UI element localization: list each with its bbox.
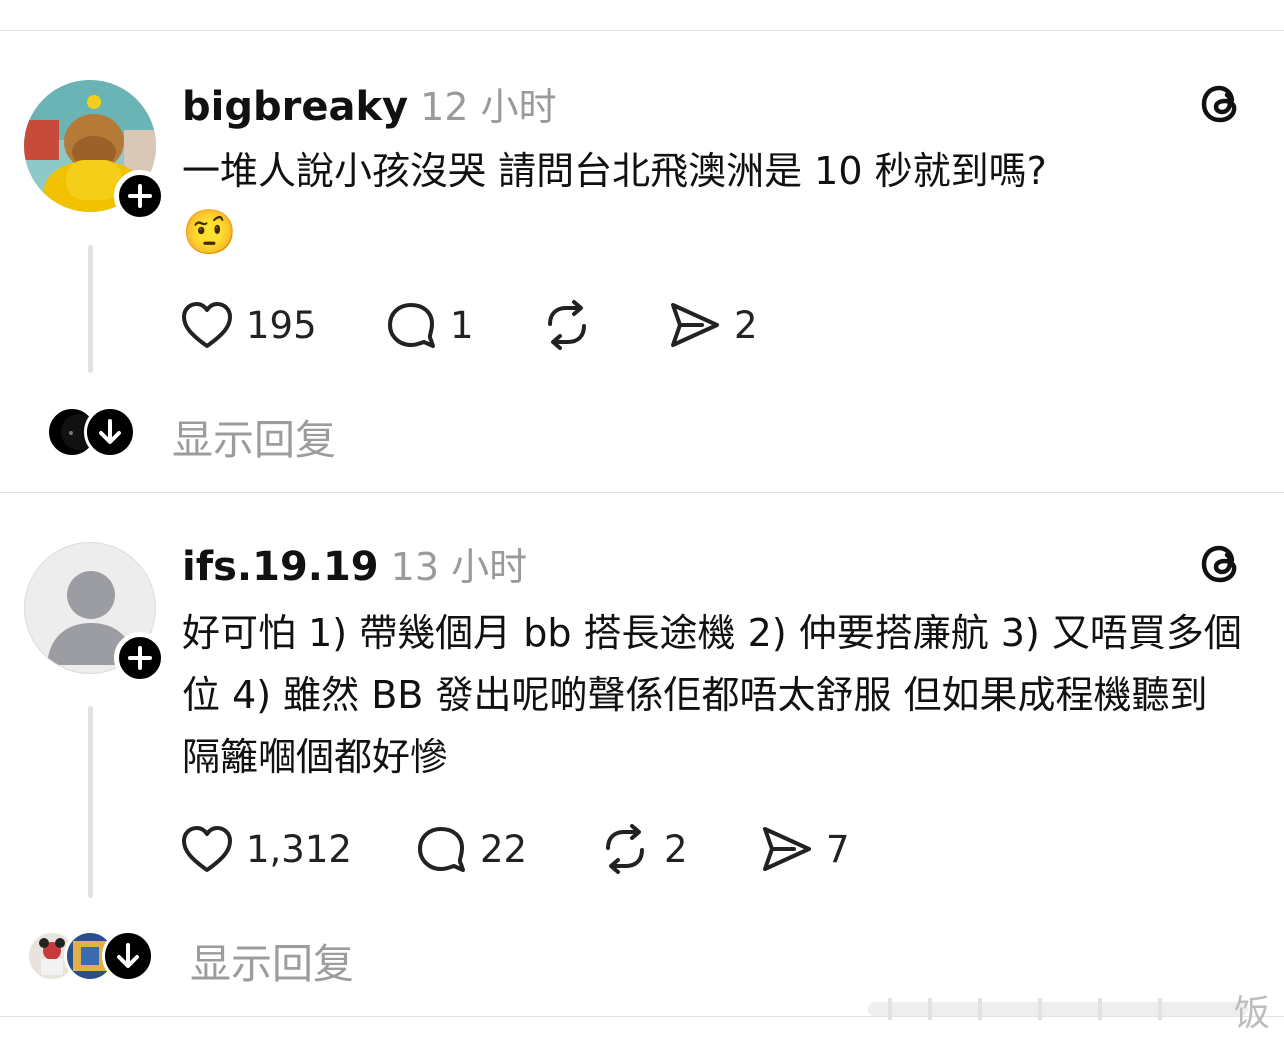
repost-icon [606,824,644,874]
repost-button[interactable] [540,300,606,350]
show-replies-link[interactable]: 显示回复 [172,406,336,466]
repost-icon [548,300,586,350]
follow-button[interactable] [114,632,166,684]
post-text-content: 一堆人說小孩沒哭 請問台北飛澳洲是 10 秒就到嗎? [182,149,1047,193]
share-button[interactable]: 2 [668,300,758,350]
plus-icon [128,646,152,670]
emoji: 🤨 [182,207,237,258]
comment-bubble-icon [388,303,435,348]
top-divider [0,30,1284,31]
show-replies-link[interactable]: 显示回复 [190,930,354,990]
share-count: 7 [826,827,850,871]
comment-count: 22 [480,827,528,871]
plus-icon [128,184,152,208]
avatar[interactable] [24,80,166,222]
follow-button[interactable] [114,170,166,222]
avatar[interactable] [24,542,166,684]
like-count: 1,312 [246,827,352,871]
comment-bubble-icon [418,827,465,872]
comment-button[interactable]: 22 [414,824,527,874]
post-text: 一堆人說小孩沒哭 請問台北飛澳洲是 10 秒就到嗎? 🤨 [182,140,1252,265]
post-text: 好可怕 1) 帶幾個月 bb 搭長途機 2) 仲要搭廉航 3) 又唔買多個位 4… [182,602,1252,788]
expand-replies-button[interactable] [84,406,136,458]
send-icon [763,827,811,871]
timestamp: 13 小时 [390,545,528,589]
arrow-down-icon [99,419,121,444]
watermark-bar [868,998,1248,1020]
like-button[interactable]: 195 [180,300,317,350]
send-icon [671,303,719,347]
timestamp: 12 小时 [420,85,557,129]
arrow-down-icon [117,943,139,968]
thread-line [88,706,93,898]
expand-replies-button[interactable] [102,930,154,982]
post-divider [0,492,1284,493]
watermark-text: 饭 [1233,993,1270,1034]
like-count: 195 [246,303,317,347]
post-header: bigbreaky 12 小时 [182,76,557,131]
threads-logo-icon[interactable] [1196,538,1246,588]
comment-button[interactable]: 1 [384,300,474,350]
comment-count: 1 [450,303,474,347]
threads-logo-icon[interactable] [1196,78,1246,128]
watermark: 饭 [868,988,1284,1034]
username[interactable]: ifs.19.19 [182,544,379,590]
thread-line [88,245,93,373]
share-button[interactable]: 7 [760,824,850,874]
repost-count: 2 [664,827,688,871]
like-button[interactable]: 1,312 [180,824,352,874]
post-text-content: 好可怕 1) 帶幾個月 bb 搭長途機 2) 仲要搭廉航 3) 又唔買多個位 4… [182,611,1242,779]
heart-icon [182,302,232,348]
repost-button[interactable]: 2 [598,824,688,874]
username[interactable]: bigbreaky [182,84,408,130]
post-header: ifs.19.19 13 小时 [182,536,527,591]
heart-icon [182,826,232,872]
share-count: 2 [734,303,758,347]
